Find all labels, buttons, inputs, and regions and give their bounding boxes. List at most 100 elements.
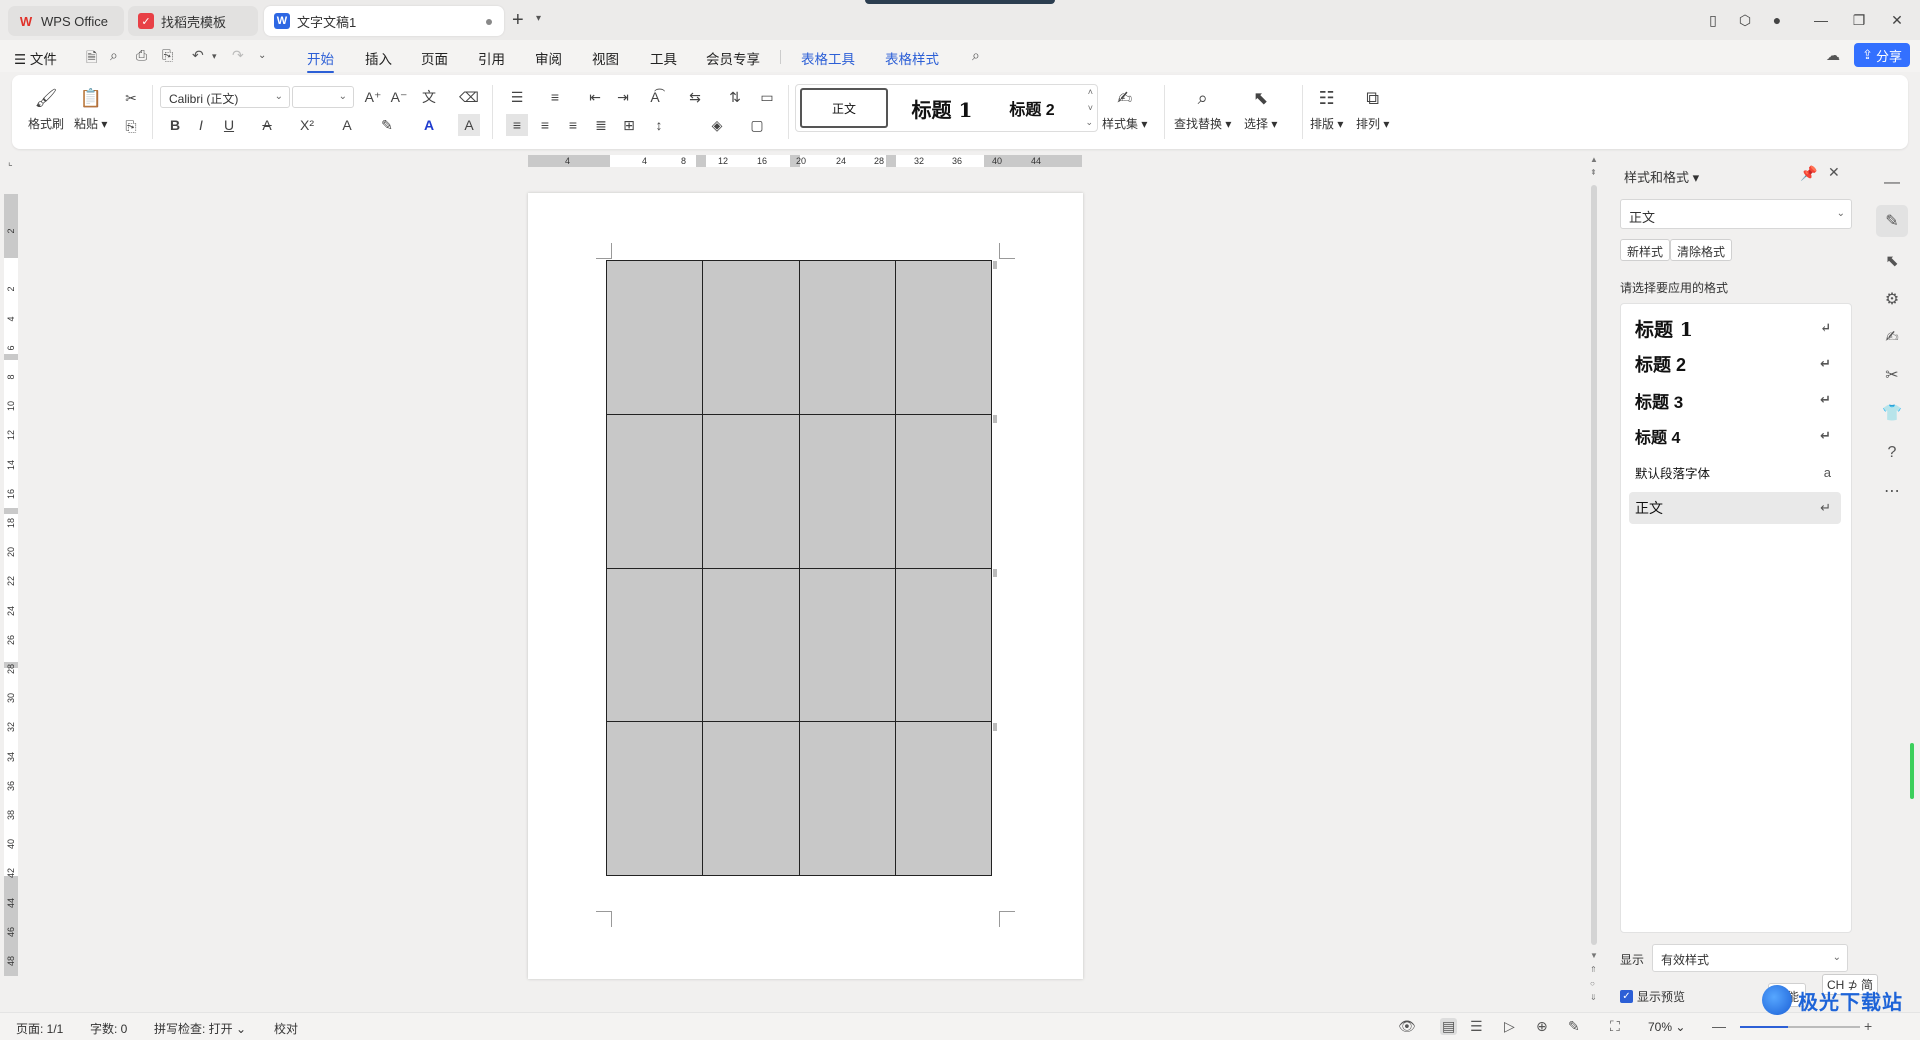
underline-icon[interactable]: U <box>218 114 240 136</box>
line-spacing-icon[interactable]: ↕ <box>648 114 670 136</box>
minimize-icon[interactable]: — <box>1810 9 1832 31</box>
table-cell[interactable] <box>894 413 993 569</box>
ruler-corner-icon[interactable]: ⌞ <box>8 157 13 168</box>
next-page-icon[interactable]: ⇓ <box>1590 993 1597 1002</box>
table-cell[interactable] <box>894 721 993 876</box>
tab-document[interactable]: W 文字文稿1 <box>264 6 504 36</box>
row-resize-handle[interactable] <box>993 569 997 577</box>
share-button[interactable]: ⇪ 分享 <box>1854 43 1910 67</box>
tools-icon[interactable]: ✂ <box>1876 359 1908 391</box>
print-icon[interactable]: ⎙ <box>136 47 147 64</box>
cut-icon[interactable]: ✂ <box>120 87 142 109</box>
new-style-button[interactable]: 新样式 <box>1620 239 1671 261</box>
shrink-font-icon[interactable]: A⁻ <box>388 86 410 108</box>
vertical-ruler[interactable]: 2 2 4 6 8 10 12 14 16 18 20 22 24 26 28 … <box>4 194 18 976</box>
writing-icon[interactable]: ✍ <box>1876 321 1908 353</box>
find-replace-button[interactable]: ⌕ 查找替换 ▾ <box>1174 85 1231 132</box>
decrease-indent-icon[interactable]: ⇤ <box>584 86 606 108</box>
char-shading-icon[interactable]: A <box>458 114 480 136</box>
style-normal-tile[interactable]: 正文 <box>800 88 888 128</box>
outline-view-icon[interactable]: ☰ <box>1470 1018 1483 1035</box>
row-resize-handle[interactable] <box>993 261 997 269</box>
collapse-icon[interactable]: — <box>1876 167 1908 199</box>
style-item-heading3[interactable]: 标题 3 ↵ <box>1629 384 1841 416</box>
table-cell[interactable] <box>798 721 896 876</box>
menu-review[interactable]: 审阅 <box>535 48 562 68</box>
style-heading2-tile[interactable]: 标题 2 <box>992 88 1072 128</box>
table-cell[interactable] <box>605 567 704 723</box>
bullet-list-icon[interactable]: ☰ <box>506 86 528 108</box>
table-cell[interactable] <box>605 413 704 569</box>
ruler-column-marker[interactable] <box>886 155 896 167</box>
gallery-up-icon[interactable]: ˄ <box>1088 87 1093 97</box>
unsaved-dot-icon[interactable] <box>486 19 492 25</box>
prev-page-icon[interactable]: ⇑ <box>1590 965 1597 974</box>
strikethrough-icon[interactable]: A <box>256 114 278 136</box>
cloud-icon[interactable]: ☁ <box>1826 47 1840 64</box>
page-view-icon[interactable]: ▤ <box>1440 1018 1458 1035</box>
bold-icon[interactable]: B <box>164 114 186 136</box>
superscript-icon[interactable]: X² <box>296 114 318 136</box>
copy-icon[interactable]: ⎘ <box>120 115 142 137</box>
highlight-icon[interactable]: ✎ <box>376 114 398 136</box>
undo-chevron-icon[interactable]: ▾ <box>212 51 217 62</box>
document-scrollbar[interactable]: ▲ ⇞ ▼ ⇑ ○ ⇓ <box>1588 155 1600 1005</box>
table-cell[interactable] <box>702 567 800 723</box>
play-icon[interactable]: ▷ <box>1504 1018 1515 1035</box>
menu-table-tools[interactable]: 表格工具 <box>801 48 855 68</box>
help-icon[interactable]: ? <box>1876 437 1908 469</box>
show-filter-select[interactable]: 有效样式 ⌄ <box>1652 944 1848 972</box>
table-cell[interactable] <box>798 260 896 415</box>
zoom-out-icon[interactable]: — <box>1712 1018 1726 1034</box>
cube-icon[interactable]: ⬡ <box>1734 9 1756 31</box>
sort-icon[interactable]: ⇅ <box>724 86 746 108</box>
numbered-list-icon[interactable]: ≡ <box>544 86 566 108</box>
ruler-row-marker[interactable] <box>4 354 18 360</box>
border-icon[interactable]: ▢ <box>746 114 768 136</box>
print-preview-icon[interactable]: ⌕ <box>110 47 118 64</box>
format-painter-button[interactable]: 🖌 格式刷 <box>28 85 64 132</box>
tab-find-template[interactable]: ✓ 找稻壳模板 <box>128 6 258 36</box>
italic-icon[interactable]: I <box>190 114 212 136</box>
justify-icon[interactable]: ≣ <box>590 114 612 136</box>
align-left-icon[interactable]: ≡ <box>506 114 528 136</box>
zoom-level[interactable]: 70% ⌄ <box>1648 1020 1685 1034</box>
word-count[interactable]: 字数: 0 <box>90 1020 127 1037</box>
menu-tools[interactable]: 工具 <box>650 48 677 68</box>
align-right-icon[interactable]: ≡ <box>562 114 584 136</box>
font-size-select[interactable]: ⌄ <box>292 86 354 108</box>
table-cell[interactable] <box>605 721 704 876</box>
menu-table-style[interactable]: 表格样式 <box>885 48 939 68</box>
phonetic-icon[interactable]: 文 <box>418 86 440 108</box>
scroll-top-icon[interactable]: ⇞ <box>1590 168 1597 177</box>
table-cell[interactable] <box>798 413 896 569</box>
menu-start[interactable]: 开始 <box>307 48 334 73</box>
pin-icon[interactable]: 📌 <box>1800 165 1817 182</box>
tab-wps-office[interactable]: W WPS Office <box>8 6 124 36</box>
zoom-slider[interactable] <box>1740 1026 1860 1028</box>
close-panel-icon[interactable]: ✕ <box>1828 164 1840 181</box>
table-cell[interactable] <box>605 260 704 415</box>
ruler-column-marker[interactable] <box>696 155 706 167</box>
write-view-icon[interactable]: ✎ <box>1568 1018 1580 1035</box>
horizontal-ruler[interactable]: 4 4 8 12 16 20 24 28 32 36 40 44 <box>528 155 1082 167</box>
gallery-expand-icon[interactable]: ⌄ <box>1085 117 1093 128</box>
proofread[interactable]: 校对 <box>274 1020 298 1037</box>
chinese-layout-icon[interactable]: A͡ <box>644 86 666 108</box>
print-setup-icon[interactable]: ⎘ <box>162 47 173 64</box>
show-preview-checkbox[interactable]: ✓ 显示预览 <box>1620 988 1685 1005</box>
new-tab-plus-icon[interactable]: + <box>512 10 524 30</box>
menu-member[interactable]: 会员专享 <box>706 48 760 68</box>
document-page[interactable] <box>528 193 1083 979</box>
style-item-heading4[interactable]: 标题 4 ↵ <box>1629 420 1841 452</box>
style-set-button[interactable]: ✍ 样式集 ▾ <box>1102 85 1147 132</box>
save-icon[interactable]: 🗎 <box>86 47 97 71</box>
row-resize-handle[interactable] <box>993 723 997 731</box>
quick-access-chevron-icon[interactable]: ⌄ <box>258 50 266 61</box>
layout-icon[interactable]: ▯ <box>1702 9 1724 31</box>
restore-icon[interactable]: ❐ <box>1848 9 1870 31</box>
paste-button[interactable]: 📋 粘贴 ▾ <box>74 85 107 132</box>
avatar-icon[interactable]: ● <box>1766 9 1788 31</box>
grow-font-icon[interactable]: A⁺ <box>362 86 384 108</box>
menu-view[interactable]: 视图 <box>592 48 619 68</box>
